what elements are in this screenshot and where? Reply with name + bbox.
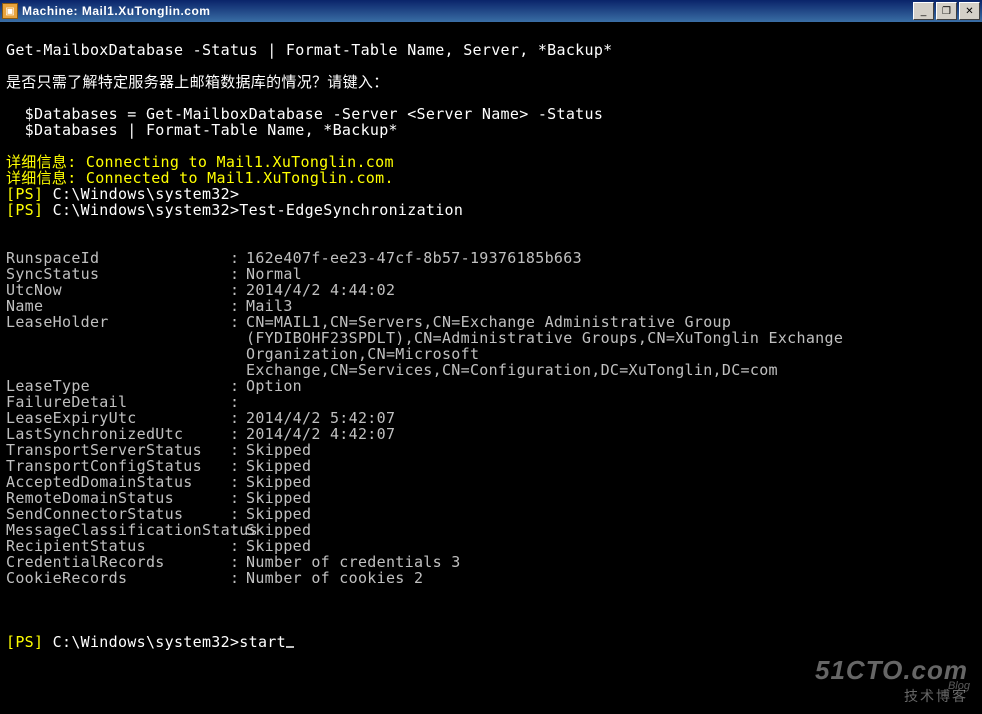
- maximize-button[interactable]: ❐: [936, 2, 957, 20]
- result-separator: :: [230, 474, 246, 490]
- result-value: Skipped: [246, 522, 976, 538]
- result-separator: :: [230, 394, 246, 410]
- result-value: 162e407f-ee23-47cf-8b57-19376185b663: [246, 250, 976, 266]
- result-separator: :: [230, 458, 246, 474]
- result-key: LeaseHolder: [6, 314, 230, 378]
- result-key: CookieRecords: [6, 570, 230, 586]
- result-separator: :: [230, 538, 246, 554]
- result-row: MessageClassificationStatus: Skipped: [6, 522, 976, 538]
- app-icon: ▣: [2, 3, 18, 19]
- result-row: SyncStatus: Normal: [6, 266, 976, 282]
- ps-path: C:\Windows\system32>: [53, 201, 240, 219]
- result-key: UtcNow: [6, 282, 230, 298]
- result-value: 2014/4/2 5:42:07: [246, 410, 976, 426]
- minimize-button[interactable]: _: [913, 2, 934, 20]
- result-row: LeaseHolder: CN=MAIL1,CN=Servers,CN=Exch…: [6, 314, 976, 378]
- result-value: 2014/4/2 4:44:02: [246, 282, 976, 298]
- cursor-icon: [286, 646, 294, 648]
- result-key: RecipientStatus: [6, 538, 230, 554]
- result-separator: :: [230, 314, 246, 378]
- result-separator: :: [230, 426, 246, 442]
- result-row: LeaseType: Option: [6, 378, 976, 394]
- result-key: CredentialRecords: [6, 554, 230, 570]
- ps-command: Test-EdgeSynchronization: [239, 201, 463, 219]
- close-button[interactable]: ✕: [959, 2, 980, 20]
- result-key: Name: [6, 298, 230, 314]
- result-row: FailureDetail:: [6, 394, 976, 410]
- result-properties: RunspaceId: 162e407f-ee23-47cf-8b57-1937…: [6, 250, 976, 586]
- result-row: RecipientStatus: Skipped: [6, 538, 976, 554]
- result-separator: :: [230, 410, 246, 426]
- result-row: CookieRecords: Number of cookies 2: [6, 570, 976, 586]
- result-key: TransportConfigStatus: [6, 458, 230, 474]
- result-value: Skipped: [246, 442, 976, 458]
- result-key: SyncStatus: [6, 266, 230, 282]
- result-separator: :: [230, 554, 246, 570]
- result-separator: :: [230, 506, 246, 522]
- result-value: 2014/4/2 4:42:07: [246, 426, 976, 442]
- result-value: Skipped: [246, 538, 976, 554]
- window-title: Machine: Mail1.XuTonglin.com: [22, 4, 913, 18]
- result-value: Skipped: [246, 474, 976, 490]
- result-row: UtcNow: 2014/4/2 4:44:02: [6, 282, 976, 298]
- result-separator: :: [230, 250, 246, 266]
- ps-prompt-label: [PS]: [6, 633, 53, 651]
- ps-input: start: [239, 633, 286, 651]
- result-value: Skipped: [246, 458, 976, 474]
- result-key: LeaseType: [6, 378, 230, 394]
- result-separator: :: [230, 522, 246, 538]
- result-value: Number of cookies 2: [246, 570, 976, 586]
- result-separator: :: [230, 378, 246, 394]
- result-value: Skipped: [246, 490, 976, 506]
- result-value: Option: [246, 378, 976, 394]
- terminal-output[interactable]: Get-MailboxDatabase -Status | Format-Tab…: [0, 22, 982, 714]
- result-key: TransportServerStatus: [6, 442, 230, 458]
- result-value: Normal: [246, 266, 976, 282]
- ps-path: C:\Windows\system32>: [53, 633, 240, 651]
- result-row: TransportConfigStatus: Skipped: [6, 458, 976, 474]
- result-key: FailureDetail: [6, 394, 230, 410]
- result-value: Mail3: [246, 298, 976, 314]
- result-separator: :: [230, 266, 246, 282]
- result-row: RunspaceId: 162e407f-ee23-47cf-8b57-1937…: [6, 250, 976, 266]
- result-row: TransportServerStatus: Skipped: [6, 442, 976, 458]
- window-title-bar: ▣ Machine: Mail1.XuTonglin.com _ ❐ ✕: [0, 0, 982, 22]
- result-row: SendConnectorStatus: Skipped: [6, 506, 976, 522]
- result-key: LastSynchronizedUtc: [6, 426, 230, 442]
- result-separator: :: [230, 298, 246, 314]
- result-key: RemoteDomainStatus: [6, 490, 230, 506]
- result-key: MessageClassificationStatus: [6, 522, 230, 538]
- result-separator: :: [230, 570, 246, 586]
- help-question: 是否只需了解特定服务器上邮箱数据库的情况？请键入：: [6, 73, 389, 91]
- result-value: CN=MAIL1,CN=Servers,CN=Exchange Administ…: [246, 314, 976, 378]
- result-key: SendConnectorStatus: [6, 506, 230, 522]
- result-row: Name: Mail3: [6, 298, 976, 314]
- result-row: RemoteDomainStatus: Skipped: [6, 490, 976, 506]
- result-row: AcceptedDomainStatus: Skipped: [6, 474, 976, 490]
- result-separator: :: [230, 490, 246, 506]
- result-separator: :: [230, 442, 246, 458]
- result-key: LeaseExpiryUtc: [6, 410, 230, 426]
- cmd-line: Get-MailboxDatabase -Status | Format-Tab…: [6, 41, 613, 59]
- ps-prompt-label: [PS]: [6, 201, 53, 219]
- result-separator: :: [230, 282, 246, 298]
- help-example-2: $Databases | Format-Table Name, *Backup*: [6, 121, 398, 139]
- result-value: Skipped: [246, 506, 976, 522]
- result-row: CredentialRecords: Number of credentials…: [6, 554, 976, 570]
- result-key: AcceptedDomainStatus: [6, 474, 230, 490]
- result-value: Number of credentials 3: [246, 554, 976, 570]
- result-row: LeaseExpiryUtc: 2014/4/2 5:42:07: [6, 410, 976, 426]
- result-value: [246, 394, 976, 410]
- result-key: RunspaceId: [6, 250, 230, 266]
- window-controls: _ ❐ ✕: [913, 2, 980, 20]
- result-row: LastSynchronizedUtc: 2014/4/2 4:42:07: [6, 426, 976, 442]
